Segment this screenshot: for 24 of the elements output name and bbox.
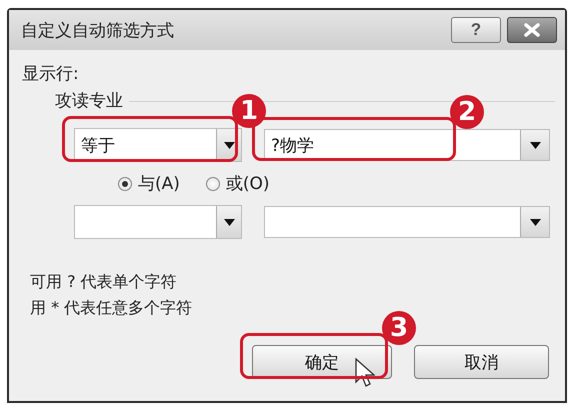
radio-option[interactable]: 与(A) — [118, 172, 180, 195]
caret-icon — [530, 218, 540, 226]
hint-text: 可用 ? 代表单个字符 — [30, 271, 177, 293]
step-badge: 3 — [382, 311, 416, 345]
cancel-button[interactable]: 取消 — [414, 345, 549, 379]
value-field[interactable] — [264, 206, 550, 238]
value-field[interactable]: ?物学 — [264, 129, 550, 161]
step-badge: 1 — [232, 94, 266, 128]
hint-text: 用 * 代表任意多个字符 — [30, 297, 192, 319]
close-button[interactable] — [507, 17, 557, 43]
caret-icon — [530, 142, 540, 148]
dropdown-button[interactable] — [520, 130, 549, 160]
dropdown-button[interactable] — [520, 207, 549, 237]
section-label: 显示行: — [22, 63, 80, 85]
operator-dropdown[interactable]: 等于 — [74, 128, 242, 162]
dropdown-button[interactable] — [216, 206, 241, 238]
window-title: 自定义自动筛选方式 — [21, 20, 174, 42]
caret-icon — [224, 142, 234, 148]
field-label: 攻读专业 — [55, 90, 123, 112]
step-badge: 2 — [450, 95, 484, 129]
radio-option[interactable]: 或(O) — [206, 172, 270, 195]
help-button[interactable]: ? — [451, 17, 501, 43]
caret-icon — [224, 218, 234, 226]
close-icon — [524, 23, 540, 37]
